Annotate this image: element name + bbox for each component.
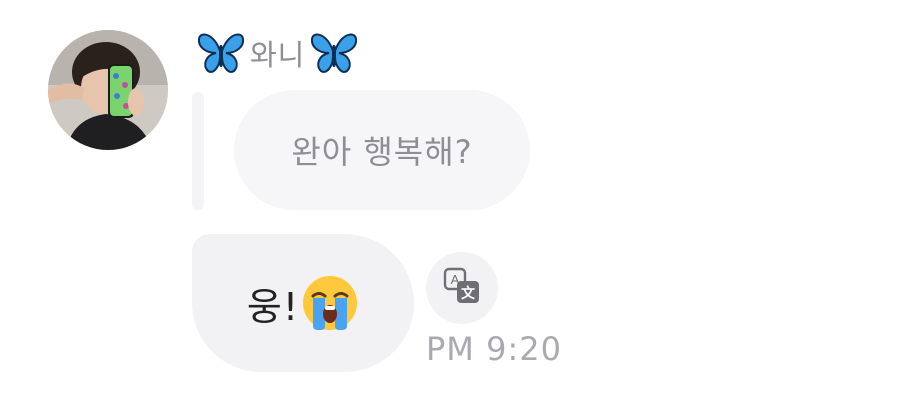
quoted-message-bubble[interactable]: 완아 행복해? <box>234 90 530 210</box>
butterfly-icon <box>196 31 246 75</box>
loudly-crying-face-icon <box>301 274 359 332</box>
butterfly-icon <box>309 31 359 75</box>
avatar[interactable] <box>48 30 168 150</box>
sender-name: 와니 <box>250 38 306 72</box>
sender-name-row: 와니 <box>196 31 359 75</box>
translate-icon: A 文 <box>443 267 481 309</box>
svg-text:文: 文 <box>461 285 476 301</box>
translate-button[interactable]: A 文 <box>426 252 498 324</box>
reply-indicator-bar <box>192 92 204 210</box>
message-timestamp: PM 9:20 <box>426 330 562 368</box>
message-text: 웅! <box>246 284 300 329</box>
message-bubble[interactable]: 웅! <box>192 234 414 372</box>
quoted-message-text: 완아 행복해? <box>291 133 473 171</box>
chat-message-group: 와니 완아 행복해? 웅! A 文 PM 9:20 <box>0 0 904 401</box>
